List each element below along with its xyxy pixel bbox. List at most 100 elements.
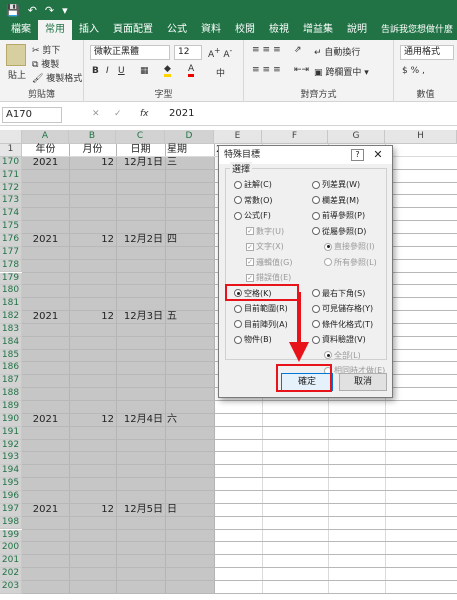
cell-b[interactable] [71,555,114,567]
cell-c[interactable] [118,362,163,374]
cell-c[interactable] [118,337,163,349]
cell-d[interactable] [167,440,212,452]
cell-d[interactable] [167,401,212,413]
column-header-h[interactable]: H [385,130,457,144]
cell-b[interactable] [71,440,114,452]
tab-9[interactable]: 說明 [340,20,374,40]
cell-c[interactable] [118,452,163,464]
cell-e[interactable] [216,555,260,567]
column-header-c[interactable]: C [116,130,165,144]
cell-e[interactable] [216,452,260,464]
cell-a[interactable] [24,427,67,439]
cell-a[interactable]: 2021 [24,504,67,516]
cell-e[interactable] [216,414,260,426]
cell-a[interactable] [24,183,67,195]
enter-icon[interactable]: ✓ [114,109,122,119]
merge-center-button[interactable]: ▣ 跨欄置中 ▾ [314,65,369,78]
cell-b[interactable]: 12 [71,414,114,426]
cell-b[interactable] [71,517,114,529]
cell-b[interactable] [71,260,114,272]
cell-a[interactable] [24,195,67,207]
cell-a[interactable] [24,350,67,362]
cell-a[interactable] [24,221,67,233]
cell-b[interactable] [71,401,114,413]
row-header[interactable]: 178 [0,259,22,273]
row-header[interactable]: 182 [0,311,22,324]
cell-a[interactable] [24,517,67,529]
cell-b[interactable] [71,247,114,259]
save-icon[interactable]: 💾 [6,4,20,17]
row-header[interactable]: 171 [0,169,22,183]
cell-d[interactable] [167,247,212,259]
cancel-icon[interactable]: ✕ [92,109,100,119]
row-header[interactable]: 179 [0,272,22,286]
cell-e[interactable] [216,465,260,477]
tab-3[interactable]: 頁面配置 [106,20,160,40]
row-header[interactable]: 191 [0,426,22,440]
row-header[interactable]: 197 [0,503,22,517]
row-header[interactable]: 202 [0,568,22,581]
row-header[interactable]: 173 [0,195,22,209]
radio-icon[interactable] [312,320,320,328]
cell-d[interactable] [167,298,212,310]
tab-7[interactable]: 檢視 [262,20,296,40]
tell-me-search[interactable]: 告訴我您想做什麼 [374,20,457,40]
paste-icon[interactable] [6,44,26,66]
row-header[interactable]: 170 [0,156,22,170]
undo-icon[interactable]: ↶ [28,4,37,17]
cell-b[interactable] [71,465,114,477]
option-right_options-10[interactable]: 資料驗證(V) [312,334,366,345]
fill-color-icon[interactable]: ◆ [164,64,171,77]
cell-d[interactable] [167,375,212,387]
cancel-button[interactable]: 取消 [339,373,387,391]
cell-b[interactable] [71,183,114,195]
cell-c[interactable] [118,427,163,439]
cell-d[interactable] [167,260,212,272]
cell-b[interactable] [71,273,114,285]
tab-1[interactable]: 常用 [38,20,72,40]
cell-a[interactable] [24,555,67,567]
cell-d[interactable] [167,273,212,285]
cell-b[interactable] [71,427,114,439]
cell-d[interactable] [167,530,212,542]
cell-c[interactable] [118,440,163,452]
radio-icon[interactable] [312,289,320,297]
cell-b[interactable] [71,350,114,362]
cell-d[interactable] [167,350,212,362]
cell-b[interactable] [71,195,114,207]
cell-c[interactable] [118,298,163,310]
row-header[interactable]: 186 [0,362,22,376]
cell-a[interactable]: 2021 [24,234,67,246]
option-right_options-0[interactable]: 列差異(W) [312,179,360,190]
column-header-a[interactable]: A [22,130,69,144]
cell-c[interactable]: 12月3日 [118,311,163,323]
font-size-combo[interactable]: 12 [174,45,202,60]
cell-c[interactable]: 日期 [118,144,163,156]
grow-font-icon[interactable]: A+ A- [208,46,232,60]
radio-icon[interactable] [234,211,242,220]
cell-c[interactable] [118,208,163,220]
cell-a[interactable] [24,247,67,259]
cell-a[interactable] [24,478,67,490]
option-right_options-9[interactable]: 條件化格式(T) [312,319,373,330]
option-left_options-2[interactable]: 公式(F) [234,210,271,221]
cell-d[interactable] [167,452,212,464]
option-right_options-7[interactable]: 最右下角(S) [312,288,365,299]
cell-c[interactable] [118,555,163,567]
cell-b[interactable]: 12 [71,234,114,246]
cell-a[interactable] [24,542,67,554]
bold-icon[interactable]: B [92,66,99,76]
font-color-icon[interactable]: A [188,64,195,77]
cell-b[interactable] [71,581,114,593]
cell-c[interactable] [118,542,163,554]
column-header-g[interactable]: G [328,130,385,144]
cell-d[interactable]: 日 [167,504,212,516]
help-icon[interactable]: ? [351,149,364,161]
option-right_options-1[interactable]: 欄差異(M) [312,195,359,206]
tab-8[interactable]: 增益集 [296,20,340,40]
cell-c[interactable] [118,478,163,490]
cell-c[interactable] [118,388,163,400]
cell-a[interactable] [24,285,67,297]
cell-b[interactable] [71,542,114,554]
cell-a[interactable] [24,170,67,182]
